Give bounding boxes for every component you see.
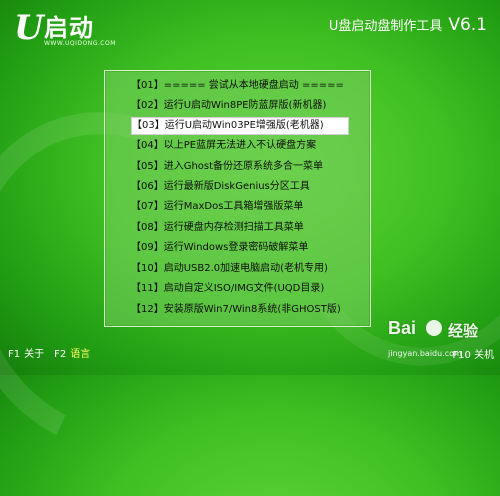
menu-item-02[interactable]: 【02】运行U启动Win8PE防蓝屏版(新机器) (131, 97, 351, 115)
f1-key[interactable]: F1 (8, 349, 20, 360)
boot-menu: 【01】===== 尝试从本地硬盘启动 ===== 【02】运行U启动Win8P… (104, 70, 371, 327)
baidu-watermark: Bai 经验 jingyan.baidu.com (388, 318, 498, 368)
menu-item-12[interactable]: 【12】安装原版Win7/Win8系统(非GHOST版) (131, 301, 351, 319)
logo-url: WWW.UQIDONG.COM (44, 40, 116, 47)
watermark-url: jingyan.baidu.com (388, 349, 462, 358)
logo-text: 启动 (44, 14, 94, 42)
menu-item-07[interactable]: 【07】运行MaxDos工具箱增强版菜单 (131, 198, 351, 216)
watermark-brand-cn: 经验 (448, 322, 479, 340)
menu-item-06[interactable]: 【06】运行最新版DiskGenius分区工具 (131, 178, 351, 196)
footer-hotkeys: F1 关于 F2 语言 (8, 345, 90, 360)
f1-label-about[interactable]: 关于 (24, 349, 44, 360)
f2-label-language[interactable]: 语言 (70, 349, 90, 360)
menu-item-11[interactable]: 【11】启动自定义ISO/IMG文件(UQD目录) (131, 280, 351, 298)
menu-item-05[interactable]: 【05】进入Ghost备份还原系统多合一菜单 (131, 158, 351, 176)
app-name: U盘启动盘制作工具 (328, 19, 443, 34)
menu-item-01[interactable]: 【01】===== 尝试从本地硬盘启动 ===== (131, 77, 351, 95)
app-version: V6.1 (448, 15, 487, 35)
app-title: U盘启动盘制作工具 V6.1 (329, 15, 487, 35)
menu-item-08[interactable]: 【08】运行硬盘内存检测扫描工具菜单 (131, 219, 351, 237)
menu-item-04[interactable]: 【04】以上PE蓝屏无法进入不认硬盘方案 (131, 137, 351, 155)
paw-icon (426, 320, 442, 336)
menu-item-09[interactable]: 【09】运行Windows登录密码破解菜单 (131, 239, 351, 257)
watermark-brand: Bai (388, 318, 417, 338)
menu-item-10[interactable]: 【10】启动USB2.0加速电脑启动(老机专用) (131, 260, 351, 278)
f2-key[interactable]: F2 (54, 349, 66, 360)
menu-item-03-selected[interactable]: 【03】运行U启动Win03PE增强版(老机器) (131, 117, 349, 135)
uqidong-logo: U 启动 WWW.UQIDONG.COM (14, 9, 119, 51)
logo-mark: U (14, 8, 44, 48)
